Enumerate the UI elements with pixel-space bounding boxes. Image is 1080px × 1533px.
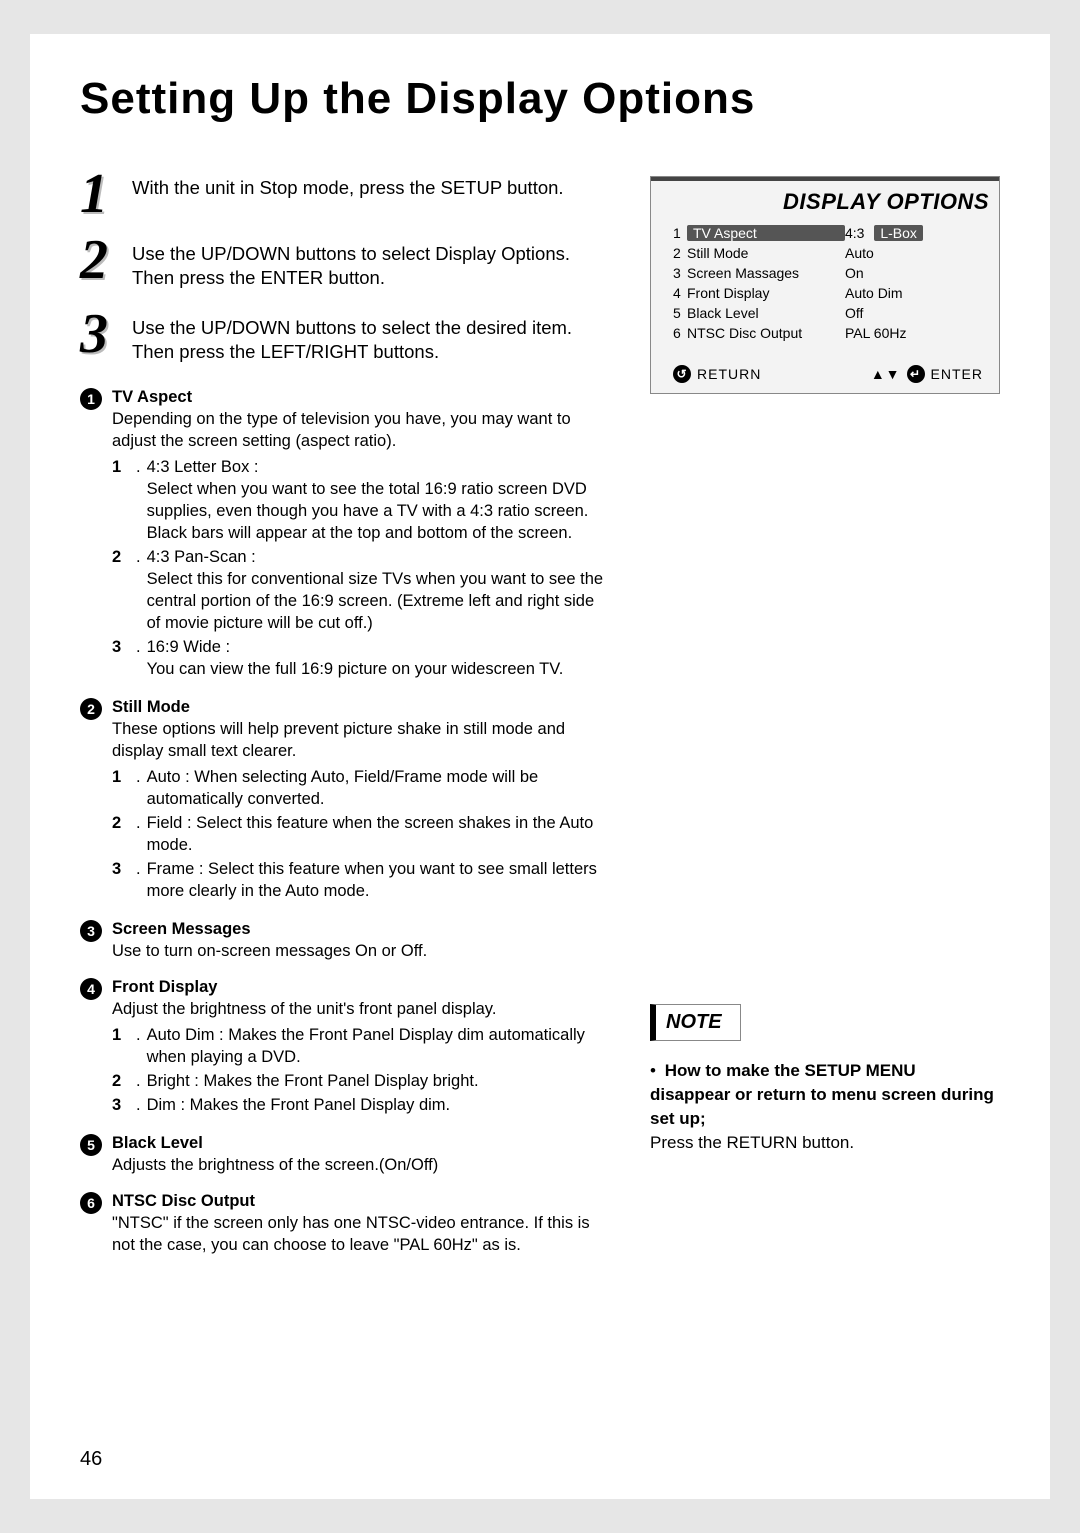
bullet-icon: 5 — [80, 1134, 102, 1156]
menu-title-bar: DISPLAY OPTIONS — [651, 177, 999, 221]
detail-tv-aspect: 1 TV Aspect Depending on the type of tel… — [80, 386, 610, 682]
detail-body: TV Aspect Depending on the type of telev… — [112, 386, 610, 682]
menu-items: 1 TV Aspect 4:3 L-Box 2 Still Mode Auto … — [651, 221, 999, 353]
menu-footer: ↺ RETURN ▲▼ ↵ ENTER — [651, 353, 999, 393]
note-block: NOTE • How to make the SETUP MENU disapp… — [650, 1004, 1000, 1155]
step-number: 3 — [80, 312, 118, 364]
footer-enter: ▲▼ ↵ ENTER — [871, 365, 983, 383]
menu-row-tv-aspect: 1 TV Aspect 4:3 L-Box — [673, 223, 983, 243]
return-icon: ↺ — [673, 365, 691, 383]
numbered-steps: 1 With the unit in Stop mode, press the … — [80, 172, 610, 364]
menu-row-front-display: 4 Front Display Auto Dim — [673, 283, 983, 303]
menu-row-ntsc: 6 NTSC Disc Output PAL 60Hz — [673, 323, 983, 343]
left-column: 1 With the unit in Stop mode, press the … — [80, 172, 610, 1270]
step-text: Use the UP/DOWN buttons to select Displa… — [132, 238, 610, 290]
footer-return: ↺ RETURN — [673, 365, 761, 383]
bullet-icon: 4 — [80, 978, 102, 1000]
detail-title: Still Mode — [112, 696, 610, 718]
step-number: 2 — [80, 238, 118, 290]
sub-item: 3. Frame : Select this feature when you … — [112, 858, 610, 902]
detail-title: Screen Messages — [112, 918, 610, 940]
detail-title: Front Display — [112, 976, 610, 998]
detail-screen-messages: 3 Screen Messages Use to turn on-screen … — [80, 918, 610, 962]
manual-page: Setting Up the Display Options 1 With th… — [30, 34, 1050, 1499]
up-down-icon: ▲▼ — [871, 366, 901, 382]
two-column-layout: 1 With the unit in Stop mode, press the … — [80, 172, 1000, 1270]
step-3: 3 Use the UP/DOWN buttons to select the … — [80, 312, 610, 364]
sub-item: 2. 4:3 Pan-Scan : Select this for conven… — [112, 546, 610, 634]
note-label: NOTE — [650, 1004, 741, 1041]
page-title: Setting Up the Display Options — [80, 74, 1000, 124]
display-options-menu: DISPLAY OPTIONS 1 TV Aspect 4:3 L-Box 2 … — [650, 176, 1000, 394]
detail-black-level: 5 Black Level Adjusts the brightness of … — [80, 1132, 610, 1176]
bullet-icon: 3 — [80, 920, 102, 942]
detail-intro: Adjusts the brightness of the screen.(On… — [112, 1154, 610, 1176]
detail-intro: "NTSC" if the screen only has one NTSC-v… — [112, 1212, 610, 1256]
right-column: DISPLAY OPTIONS 1 TV Aspect 4:3 L-Box 2 … — [650, 172, 1000, 1270]
sub-item: 1. 4:3 Letter Box : Select when you want… — [112, 456, 610, 544]
menu-row-still-mode: 2 Still Mode Auto — [673, 243, 983, 263]
sub-item: 2. Bright : Makes the Front Panel Displa… — [112, 1070, 610, 1092]
detail-front-display: 4 Front Display Adjust the brightness of… — [80, 976, 610, 1118]
page-number: 46 — [80, 1448, 102, 1471]
detail-still-mode: 2 Still Mode These options will help pre… — [80, 696, 610, 904]
detail-title: Black Level — [112, 1132, 610, 1154]
bullet-icon: 1 — [80, 388, 102, 410]
detail-title: NTSC Disc Output — [112, 1190, 610, 1212]
note-body: • How to make the SETUP MENU disappear o… — [650, 1059, 1000, 1155]
step-number: 1 — [80, 172, 118, 216]
detail-intro: Adjust the brightness of the unit's fron… — [112, 998, 610, 1020]
detail-intro: These options will help prevent picture … — [112, 718, 610, 762]
detail-intro: Depending on the type of television you … — [112, 408, 610, 452]
bullet-icon: 6 — [80, 1192, 102, 1214]
sub-item: 3. Dim : Makes the Front Panel Display d… — [112, 1094, 610, 1116]
enter-icon: ↵ — [907, 365, 925, 383]
step-1: 1 With the unit in Stop mode, press the … — [80, 172, 610, 216]
menu-row-screen-messages: 3 Screen Massages On — [673, 263, 983, 283]
menu-title: DISPLAY OPTIONS — [783, 189, 989, 214]
step-text: Use the UP/DOWN buttons to select the de… — [132, 312, 610, 364]
detail-title: TV Aspect — [112, 386, 610, 408]
step-2: 2 Use the UP/DOWN buttons to select Disp… — [80, 238, 610, 290]
sub-item: 2. Field : Select this feature when the … — [112, 812, 610, 856]
step-text: With the unit in Stop mode, press the SE… — [132, 172, 564, 216]
sub-item: 1. Auto Dim : Makes the Front Panel Disp… — [112, 1024, 610, 1068]
sub-item: 1. Auto : When selecting Auto, Field/Fra… — [112, 766, 610, 810]
sub-item: 3. 16:9 Wide : You can view the full 16:… — [112, 636, 610, 680]
detail-intro: Use to turn on-screen messages On or Off… — [112, 940, 610, 962]
bullet-icon: • — [650, 1059, 660, 1083]
bullet-icon: 2 — [80, 698, 102, 720]
menu-row-black-level: 5 Black Level Off — [673, 303, 983, 323]
detail-ntsc-output: 6 NTSC Disc Output "NTSC" if the screen … — [80, 1190, 610, 1256]
